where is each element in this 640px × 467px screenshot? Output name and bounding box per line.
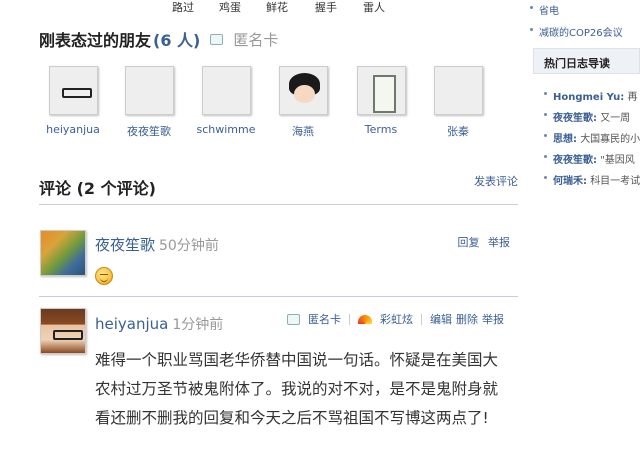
comments-title: 评论 (2 个评论) bbox=[39, 179, 156, 198]
friends-list: heiyanjua 夜夜笙歌 schwimme 海燕 Terms 张秦 bbox=[40, 66, 510, 146]
blog-author[interactable]: 思想: bbox=[553, 134, 577, 145]
reaction-flower[interactable]: 鲜花 bbox=[266, 0, 288, 15]
avatar[interactable] bbox=[433, 66, 483, 115]
edit-link[interactable]: 编辑 bbox=[430, 311, 452, 327]
comment-item: 夜夜笙歌 50分钟前 回复 举报 bbox=[40, 230, 518, 290]
friends-header: 刚表态过的朋友 (6 人) 匿名卡 bbox=[39, 28, 278, 51]
avatar[interactable] bbox=[278, 66, 328, 115]
friends-title: 刚表态过的朋友 bbox=[39, 31, 152, 50]
blog-title[interactable]: "基因风 bbox=[600, 155, 635, 166]
divider bbox=[39, 204, 518, 205]
anon-card-link[interactable]: 匿名卡 bbox=[308, 311, 341, 327]
reaction-pass-by[interactable]: 路过 bbox=[172, 0, 194, 15]
blog-title[interactable]: 又一周 bbox=[600, 113, 630, 124]
friend-name[interactable]: Terms bbox=[345, 123, 417, 136]
smiley-emoticon-icon bbox=[95, 267, 113, 285]
sidebar-link[interactable]: 省电 bbox=[530, 2, 559, 17]
hot-blog-item[interactable]: 夜夜笙歌: 又一周 bbox=[543, 109, 630, 124]
friend-name[interactable]: 张秦 bbox=[422, 123, 494, 139]
friend-item[interactable]: 夜夜笙歌 bbox=[113, 66, 185, 139]
friend-name[interactable]: 夜夜笙歌 bbox=[113, 123, 185, 139]
anon-card-icon[interactable] bbox=[210, 33, 224, 45]
avatar[interactable] bbox=[48, 66, 98, 115]
hot-blog-item[interactable]: Hongmei Yu: 再 bbox=[543, 88, 637, 103]
avatar[interactable] bbox=[40, 230, 86, 276]
reaction-bar: 路过 鸡蛋 鲜花 握手 雷人 bbox=[160, 0, 420, 14]
reaction-handshake[interactable]: 握手 bbox=[315, 0, 337, 15]
friend-item[interactable]: Terms bbox=[345, 66, 417, 136]
friend-name[interactable]: heiyanjua bbox=[37, 123, 109, 136]
hot-blog-item[interactable]: 夜夜笙歌: "基因风 bbox=[544, 151, 635, 166]
report-link[interactable]: 举报 bbox=[488, 236, 510, 249]
sidebar-link[interactable]: 减碳的COP26会议 bbox=[530, 24, 623, 39]
blog-title[interactable]: 科目一考试 bbox=[590, 176, 640, 187]
reaction-shocked[interactable]: 雷人 bbox=[363, 0, 385, 15]
comment-author-line: heiyanjua 1分钟前 bbox=[95, 314, 223, 334]
comment-actions: 回复 举报 bbox=[453, 234, 511, 250]
reaction-egg[interactable]: 鸡蛋 bbox=[219, 0, 241, 15]
avatar[interactable] bbox=[201, 66, 251, 115]
post-comment-link[interactable]: 发表评论 bbox=[474, 173, 518, 189]
rainbow-link[interactable]: 彩虹炫 bbox=[380, 311, 413, 327]
avatar[interactable] bbox=[40, 308, 86, 354]
friend-item[interactable]: heiyanjua bbox=[37, 66, 109, 136]
rainbow-icon[interactable] bbox=[358, 314, 372, 324]
blog-author[interactable]: 夜夜笙歌: bbox=[553, 113, 597, 124]
anon-card-link[interactable]: 匿名卡 bbox=[233, 29, 278, 50]
anon-card-icon[interactable] bbox=[287, 313, 300, 325]
friend-item[interactable]: schwimme bbox=[190, 66, 262, 136]
reply-link[interactable]: 回复 bbox=[458, 236, 480, 249]
friends-count: (6 人) bbox=[153, 31, 201, 50]
sidebar: 省电 减碳的COP26会议 热门日志导读 Hongmei Yu: 再 夜夜笙歌:… bbox=[527, 0, 640, 467]
comment-body: 难得一个职业骂国老华侨替中国说一句话。怀疑是在美国大农村过万圣节被鬼附体了。我说… bbox=[95, 351, 499, 427]
blog-author[interactable]: 何瑞禾: bbox=[553, 176, 587, 187]
friend-item[interactable]: 张秦 bbox=[422, 66, 494, 139]
comment-item: heiyanjua 1分钟前 匿名卡 彩虹炫 编辑 删除 举报 难得一个职业骂国老… bbox=[40, 308, 518, 467]
blog-author[interactable]: 夜夜笙歌: bbox=[553, 155, 597, 166]
hot-blogs-header: 热门日志导读 bbox=[533, 48, 640, 74]
separator bbox=[421, 313, 422, 325]
separator bbox=[349, 313, 350, 325]
hot-blog-item[interactable]: 思想: 大国寡民的小 bbox=[543, 130, 640, 145]
comment-time: 1分钟前 bbox=[172, 317, 224, 333]
hot-blogs-title: 热门日志导读 bbox=[544, 57, 610, 70]
comment-author[interactable]: 夜夜笙歌 bbox=[95, 236, 155, 254]
divider bbox=[39, 296, 518, 297]
friend-name[interactable]: 海燕 bbox=[267, 123, 339, 139]
hot-blog-item[interactable]: 何瑞禾: 科目一考试 bbox=[543, 172, 640, 187]
comment-time: 50分钟前 bbox=[159, 238, 219, 254]
report-link[interactable]: 举报 bbox=[482, 311, 504, 327]
delete-link[interactable]: 删除 bbox=[456, 311, 478, 327]
avatar[interactable] bbox=[356, 66, 406, 115]
avatar[interactable] bbox=[124, 66, 174, 115]
comment-actions: 匿名卡 彩虹炫 编辑 删除 举报 bbox=[287, 311, 504, 327]
blog-author[interactable]: Hongmei Yu: bbox=[553, 92, 624, 103]
friend-name[interactable]: schwimme bbox=[190, 123, 262, 136]
blog-title[interactable]: 大国寡民的小 bbox=[580, 134, 640, 145]
comment-author-line: 夜夜笙歌 50分钟前 bbox=[95, 234, 219, 255]
comment-author[interactable]: heiyanjua bbox=[95, 315, 168, 333]
friend-item[interactable]: 海燕 bbox=[267, 66, 339, 139]
blog-title[interactable]: 再 bbox=[627, 92, 637, 103]
